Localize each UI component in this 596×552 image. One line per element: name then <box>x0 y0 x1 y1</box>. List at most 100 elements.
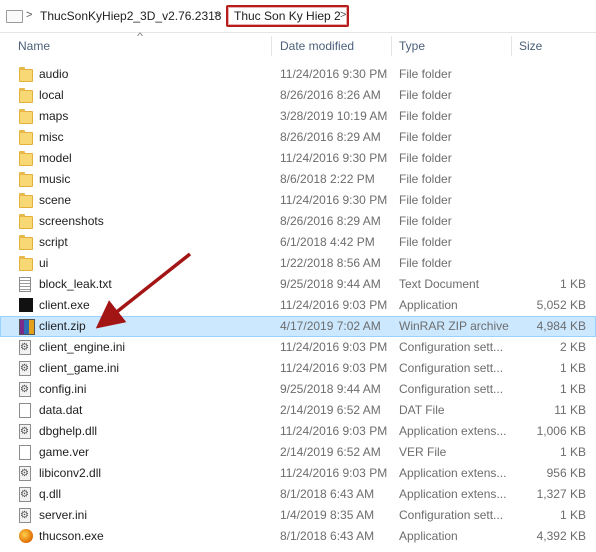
file-date-modified: 1/4/2019 8:35 AM <box>280 508 375 522</box>
file-row[interactable]: local 8/26/2016 8:26 AM File folder <box>0 85 596 106</box>
file-date-modified: 11/24/2016 9:03 PM <box>280 466 388 480</box>
file-row[interactable]: script 6/1/2018 4:42 PM File folder <box>0 232 596 253</box>
column-name[interactable]: Name <box>18 34 50 58</box>
file-type: Application extens... <box>399 424 507 438</box>
file-size: 1,006 KB <box>536 424 586 438</box>
dll-file-icon <box>19 421 31 442</box>
file-name: script <box>39 235 68 249</box>
file-row[interactable]: thucson.exe 8/1/2018 6:43 AM Application 4,… <box>0 526 596 547</box>
file-row[interactable]: misc 8/26/2016 8:29 AM File folder <box>0 127 596 148</box>
file-size: 4,392 KB <box>536 529 586 543</box>
column-divider[interactable] <box>511 36 512 56</box>
file-date-modified: 11/24/2016 9:30 PM <box>280 67 388 81</box>
file-type: VER File <box>399 445 447 459</box>
file-date-modified: 8/6/2018 2:22 PM <box>280 172 375 186</box>
breadcrumb-item-current[interactable]: Thuc Son Ky Hiep 2 <box>226 5 349 27</box>
config-file-icon <box>19 358 31 379</box>
file-type: File folder <box>399 67 452 81</box>
folder-icon <box>19 109 33 124</box>
folder-icon <box>6 10 23 23</box>
file-date-modified: 6/1/2018 4:42 PM <box>280 235 375 249</box>
file-date-modified: 11/24/2016 9:30 PM <box>280 193 388 207</box>
column-date-modified[interactable]: Date modified <box>280 34 354 58</box>
file-row[interactable]: client.zip 4/17/2019 7:02 AM WinRAR ZIP ar… <box>0 316 596 337</box>
file-date-modified: 2/14/2019 6:52 AM <box>280 403 381 417</box>
file-row[interactable]: client.exe 11/24/2016 9:03 PM Application 5… <box>0 295 596 316</box>
folder-icon <box>19 88 33 103</box>
blank-file-icon <box>19 445 31 460</box>
file-name: data.dat <box>39 403 83 417</box>
file-name: screenshots <box>39 214 104 228</box>
file-date-modified: 8/26/2016 8:26 AM <box>280 88 381 102</box>
column-divider[interactable] <box>391 36 392 56</box>
file-row[interactable]: config.ini 9/25/2018 9:44 AM Configuration… <box>0 379 596 400</box>
address-bar[interactable]: > ThucSonKyHiep2_3D_v2.76.2318 > Thuc So… <box>0 0 596 33</box>
file-row[interactable]: data.dat 2/14/2019 6:52 AM DAT File 11 KB <box>0 400 596 421</box>
file-name: thucson.exe <box>39 529 104 543</box>
file-date-modified: 11/24/2016 9:03 PM <box>280 361 388 375</box>
file-type: Configuration sett... <box>399 340 504 354</box>
file-date-modified: 8/26/2016 8:29 AM <box>280 214 381 228</box>
file-row[interactable]: model 11/24/2016 9:30 PM File folder <box>0 148 596 169</box>
file-row[interactable]: maps 3/28/2019 10:19 AM File folder <box>0 106 596 127</box>
file-date-modified: 2/14/2019 6:52 AM <box>280 445 381 459</box>
text-file-icon <box>19 277 31 292</box>
file-row[interactable]: client_game.ini 11/24/2016 9:03 PM Configu… <box>0 358 596 379</box>
file-name: scene <box>39 193 72 207</box>
file-name: model <box>39 151 72 165</box>
file-name: config.ini <box>39 382 87 396</box>
config-file-icon <box>19 379 31 400</box>
file-name: q.dll <box>39 487 62 501</box>
file-type: File folder <box>399 172 452 186</box>
config-file-icon <box>19 505 31 526</box>
column-size[interactable]: Size <box>519 34 542 58</box>
file-row[interactable]: q.dll 8/1/2018 6:43 AM Application extens.… <box>0 484 596 505</box>
file-name: client_game.ini <box>39 361 120 375</box>
folder-icon <box>19 235 33 250</box>
file-row[interactable]: client_engine.ini 11/24/2016 9:03 PM Confi… <box>0 337 596 358</box>
file-name: client_engine.ini <box>39 340 126 354</box>
file-size: 1 KB <box>559 508 586 522</box>
file-size: 5,052 KB <box>536 298 586 312</box>
file-row[interactable]: game.ver 2/14/2019 6:52 AM VER File 1 KB <box>0 442 596 463</box>
folder-icon <box>19 193 33 208</box>
file-row[interactable]: screenshots 8/26/2016 8:29 AM File folder <box>0 211 596 232</box>
folder-icon <box>19 214 33 229</box>
file-name: client.exe <box>39 298 90 312</box>
breadcrumb-separator[interactable]: > <box>214 9 220 21</box>
breadcrumb-separator[interactable]: > <box>26 9 32 21</box>
file-date-modified: 4/17/2019 7:02 AM <box>280 319 381 333</box>
file-row[interactable]: scene 11/24/2016 9:30 PM File folder <box>0 190 596 211</box>
file-row[interactable]: server.ini 1/4/2019 8:35 AM Configuration … <box>0 505 596 526</box>
column-type[interactable]: Type <box>399 34 425 58</box>
file-row[interactable]: block_leak.txt 9/25/2018 9:44 AM Text Docu… <box>0 274 596 295</box>
file-type: Text Document <box>399 277 480 291</box>
file-type: Configuration sett... <box>399 382 504 396</box>
file-date-modified: 9/25/2018 9:44 AM <box>280 382 381 396</box>
column-divider[interactable] <box>271 36 272 56</box>
file-row[interactable]: ui 1/22/2018 8:56 AM File folder <box>0 253 596 274</box>
file-row[interactable]: libiconv2.dll 11/24/2016 9:03 PM Applicati… <box>0 463 596 484</box>
file-size: 11 KB <box>554 403 586 417</box>
config-file-icon <box>19 337 31 358</box>
file-date-modified: 11/24/2016 9:03 PM <box>280 340 388 354</box>
breadcrumb-separator[interactable]: > <box>340 9 346 21</box>
breadcrumb-item-root[interactable]: ThucSonKyHiep2_3D_v2.76.2318 <box>40 9 221 23</box>
file-row[interactable]: dbghelp.dll 11/24/2016 9:03 PM Application… <box>0 421 596 442</box>
file-type: File folder <box>399 130 452 144</box>
folder-icon <box>19 151 33 166</box>
file-type: File folder <box>399 88 452 102</box>
file-row[interactable]: audio 11/24/2016 9:30 PM File folder <box>0 64 596 85</box>
file-date-modified: 8/26/2016 8:29 AM <box>280 130 381 144</box>
file-name: libiconv2.dll <box>39 466 102 480</box>
file-name: game.ver <box>39 445 90 459</box>
file-type: WinRAR ZIP archive <box>399 319 509 333</box>
file-size: 956 KB <box>546 466 586 480</box>
file-size: 1 KB <box>559 361 586 375</box>
file-name: maps <box>39 109 69 123</box>
file-date-modified: 11/24/2016 9:03 PM <box>280 424 388 438</box>
file-type: File folder <box>399 109 452 123</box>
file-size: 1 KB <box>559 277 586 291</box>
file-size: 1 KB <box>559 382 586 396</box>
file-row[interactable]: music 8/6/2018 2:22 PM File folder <box>0 169 596 190</box>
